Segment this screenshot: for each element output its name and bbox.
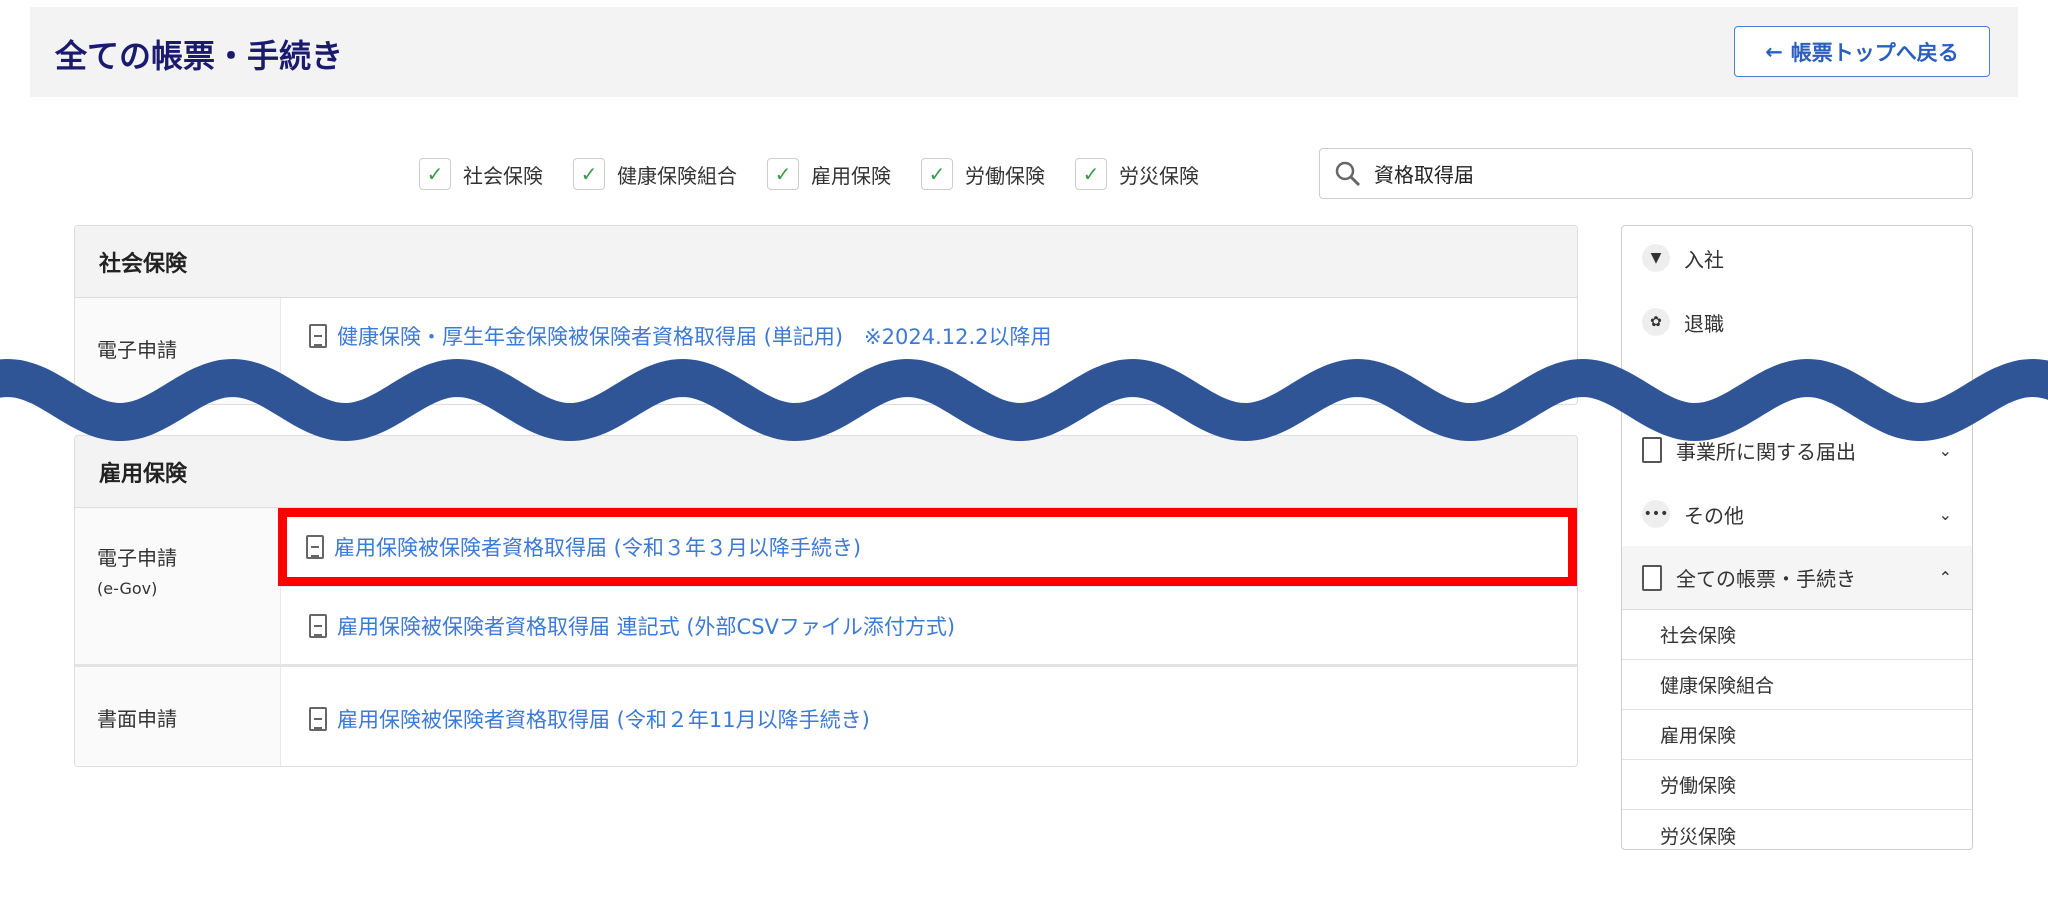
sidebar-item-hidden[interactable]: [1622, 354, 1972, 418]
category-filters: ✓ 社会保険 ✓ 健康保険組合 ✓ 雇用保険 ✓ 労働保険 ✓ 労災保険: [419, 156, 1229, 192]
checkbox-checked-icon[interactable]: ✓: [921, 158, 953, 190]
page-title: 全ての帳票・手続き: [55, 37, 344, 75]
sidebar-subitem[interactable]: 労働保険: [1622, 760, 1972, 810]
table-row: 電子申請 (e-Gov) 雇用保険被保険者資格取得届 (令和３年３月以降手続き) …: [75, 508, 1577, 667]
sidebar-subitem[interactable]: 健康保険組合: [1622, 660, 1972, 710]
sidebar-item-jigyosho[interactable]: 事業所に関する届出 ⌄: [1622, 418, 1972, 482]
back-to-top-button[interactable]: ← 帳票トップへ戻る: [1734, 26, 1990, 77]
row-label: 電子申請 (e-Gov): [75, 508, 281, 664]
clipboard-icon: [1642, 564, 1662, 591]
row-label: 書面申請: [75, 667, 281, 766]
necktie-icon: ▼: [1642, 244, 1670, 272]
sidebar-item-taishoku[interactable]: ✿ 退職: [1622, 290, 1972, 354]
form-link[interactable]: 雇用保険被保険者資格取得届 連記式 (外部CSVファイル添付方式): [281, 586, 1577, 664]
section-shakai-hoken: 社会保険 電子申請 健康保険・厚生年金保険被保険者資格取得届 (単記用) ※20…: [74, 225, 1578, 405]
more-icon: •••: [1642, 500, 1670, 528]
form-link-highlighted[interactable]: 雇用保険被保険者資格取得届 (令和３年３月以降手続き): [278, 508, 1577, 586]
section-title: 社会保険: [75, 226, 1577, 298]
sidebar-subitem[interactable]: 雇用保険: [1622, 710, 1972, 760]
search-input[interactable]: 資格取得届: [1319, 148, 1973, 199]
sidebar-subitem[interactable]: 社会保険: [1622, 610, 1972, 660]
table-row: 電子申請 健康保険・厚生年金保険被保険者資格取得届 (単記用) ※2024.12…: [75, 298, 1577, 404]
section-title: 雇用保険: [75, 436, 1577, 508]
filter-rodo[interactable]: ✓ 労働保険: [921, 158, 1045, 190]
document-icon: [309, 324, 327, 348]
document-icon: [309, 707, 327, 731]
filter-shakai[interactable]: ✓ 社会保険: [419, 158, 543, 190]
chevron-down-icon: ⌄: [1938, 440, 1952, 460]
sidebar-nav: ▼ 入社 ✿ 退職 事業所に関する届出 ⌄ ••• その他 ⌄ 全ての帳票・手続き ⌃ 社会…: [1621, 225, 1973, 850]
page-header: 全ての帳票・手続き ← 帳票トップへ戻る: [30, 7, 2018, 97]
filter-koyo[interactable]: ✓ 雇用保険: [767, 158, 891, 190]
document-icon: [309, 613, 327, 638]
sidebar-item-other[interactable]: ••• その他 ⌄: [1622, 482, 1972, 546]
section-koyo-hoken: 雇用保険 電子申請 (e-Gov) 雇用保険被保険者資格取得届 (令和３年３月以降…: [74, 435, 1578, 767]
sidebar-item-nyusha[interactable]: ▼ 入社: [1622, 226, 1972, 290]
filter-kenpo[interactable]: ✓ 健康保険組合: [573, 158, 737, 190]
checkbox-checked-icon[interactable]: ✓: [419, 158, 451, 190]
document-icon: [306, 535, 324, 559]
bouquet-icon: ✿: [1642, 308, 1670, 336]
checkbox-checked-icon[interactable]: ✓: [767, 158, 799, 190]
sidebar-subitem[interactable]: 労災保険: [1622, 810, 1972, 849]
search-icon: [1335, 161, 1361, 186]
building-icon: [1642, 437, 1662, 463]
row-label: 電子申請: [75, 298, 281, 404]
table-row: 書面申請 雇用保険被保険者資格取得届 (令和２年11月以降手続き): [75, 667, 1577, 766]
checkbox-checked-icon[interactable]: ✓: [573, 158, 605, 190]
chevron-down-icon: ⌄: [1938, 504, 1952, 524]
form-link[interactable]: 雇用保険被保険者資格取得届 (令和２年11月以降手続き): [281, 667, 1577, 766]
sidebar-item-all-forms[interactable]: 全ての帳票・手続き ⌃: [1622, 546, 1972, 610]
form-link[interactable]: 健康保険・厚生年金保険被保険者資格取得届 (単記用) ※2024.12.2以降用: [281, 298, 1577, 374]
search-value: 資格取得届: [1374, 163, 1474, 187]
checkbox-checked-icon[interactable]: ✓: [1075, 158, 1107, 190]
arrow-left-icon: ←: [1765, 39, 1783, 64]
chevron-up-icon: ⌃: [1938, 568, 1952, 587]
filter-rosai[interactable]: ✓ 労災保険: [1075, 158, 1199, 190]
